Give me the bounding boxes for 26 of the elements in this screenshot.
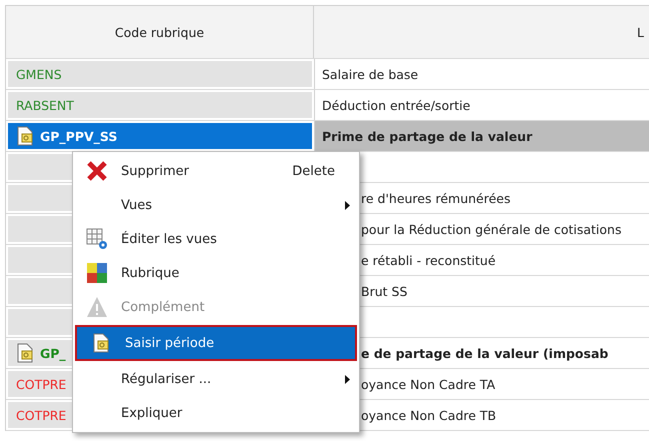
menu-label: Régulariser ... [121, 372, 212, 386]
code-text: COTPRE [16, 408, 66, 422]
menu-label: Rubrique [121, 266, 180, 280]
label-cell: Prime de partage de la valeur [314, 121, 649, 151]
menu-item[interactable]: Saisir période [75, 325, 357, 361]
warning-icon [86, 296, 108, 318]
menu-label: Complément [121, 300, 206, 314]
column-header[interactable]: L [314, 6, 649, 58]
code-text: GP_ [40, 346, 66, 360]
column-header[interactable]: Code rubrique [6, 6, 314, 58]
code-text: COTPRE [16, 376, 66, 392]
shortcut-text: Delete [292, 164, 335, 178]
menu-label: Expliquer [121, 406, 184, 420]
close-icon [86, 160, 108, 182]
code-text: GMENS [16, 66, 62, 82]
document-icon [92, 333, 110, 353]
code-text: GP_PPV_SS [40, 128, 118, 144]
menu-label: Éditer les vues [121, 232, 218, 246]
menu-label: Vues [121, 198, 154, 212]
code-text: RABSENT [16, 98, 74, 112]
menu-label: Supprimer [121, 164, 190, 178]
document-icon [16, 343, 34, 363]
color-blocks-icon [86, 262, 108, 284]
table-gear-icon [86, 228, 108, 250]
menu-label: Saisir période [125, 336, 216, 350]
document-icon [16, 126, 34, 146]
